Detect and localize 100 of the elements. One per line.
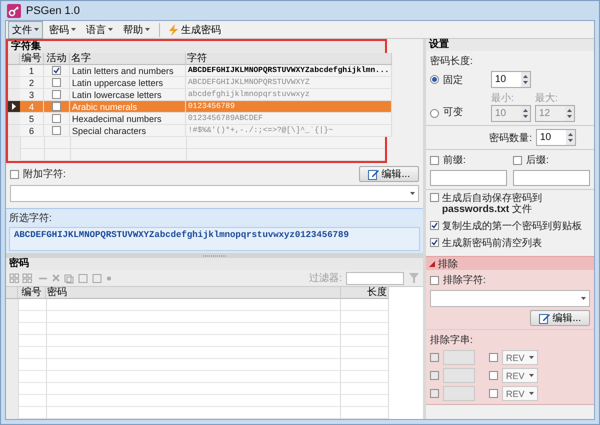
string-field[interactable] [443, 368, 475, 383]
menu-item[interactable]: 语言 [82, 20, 117, 38]
filter-label: 过滤器: [309, 272, 342, 285]
filter-icon[interactable] [408, 272, 420, 284]
option-label: 生成新密码前清空列表 [442, 238, 542, 249]
table-cell: 6 [20, 125, 44, 137]
field-label: 附加字符: [23, 168, 66, 181]
generate-button[interactable]: 生成密码 [165, 22, 225, 38]
prefix-field[interactable] [430, 170, 507, 186]
table-cell: 3 [20, 89, 44, 101]
checkbox[interactable] [430, 238, 439, 247]
edit-icon [368, 168, 379, 180]
edit-button[interactable]: 编辑... [358, 166, 419, 182]
caret-icon [581, 297, 586, 300]
selected-chars-field[interactable]: ABCDEFGHIJKLMNOPQRSTUVWXYZabcdefghijklmnopqrstuvwxyz0123456789 [9, 227, 420, 251]
menu-item[interactable]: 密码 [45, 20, 80, 38]
field-label: 后缀: [526, 154, 549, 167]
field-label: 排除字串: [430, 334, 474, 347]
table-cell: Arabic numerals [70, 101, 186, 113]
checkbox[interactable] [430, 221, 439, 230]
radio-label: 固定 [443, 74, 464, 86]
combo-field[interactable] [430, 290, 590, 307]
checkbox[interactable] [430, 276, 439, 284]
edit-icon [538, 312, 550, 324]
string-field[interactable] [443, 350, 475, 365]
field-label: 密码数量: [489, 132, 532, 144]
edit-button[interactable]: 编辑... [530, 310, 590, 326]
checkbox[interactable] [430, 371, 439, 380]
table-cell: 2 [20, 77, 44, 89]
menu-item[interactable]: 帮助 [119, 20, 154, 38]
lightning-icon [169, 24, 178, 36]
checkbox[interactable] [513, 156, 522, 164]
spin-arrows-icon[interactable] [521, 72, 530, 87]
column-header[interactable]: 密码 [46, 287, 341, 299]
filter-field[interactable] [346, 272, 404, 284]
column-header[interactable]: 编号 [18, 287, 46, 299]
window-title: PSGen 1.0 [26, 4, 80, 16]
table-cell: 5 [20, 113, 44, 125]
row-header[interactable] [8, 101, 20, 113]
row-pointer-icon [12, 103, 16, 110]
column-header[interactable]: 活动 [44, 53, 70, 65]
spin-arrows-icon[interactable] [566, 130, 575, 145]
caret-icon [410, 192, 415, 195]
checkbox[interactable] [52, 126, 61, 135]
string-field[interactable] [443, 386, 475, 401]
spin-arrows-icon[interactable] [565, 106, 574, 121]
toolbar-icons-drawing[interactable] [9, 272, 113, 284]
caret-icon [108, 28, 113, 31]
field-label: 最小: [491, 93, 514, 104]
checkbox[interactable] [52, 114, 61, 123]
menu-item[interactable]: 文件 [8, 20, 43, 38]
table-cell: 4 [20, 101, 44, 113]
mode-dropdown[interactable]: REV [502, 368, 538, 383]
combo-field[interactable] [10, 185, 419, 202]
column-header[interactable]: 字符 [186, 53, 392, 65]
column-header[interactable]: 长度 [341, 287, 389, 299]
table-cell: Latin letters and numbers [70, 65, 186, 77]
field-label: 最大: [535, 93, 558, 104]
option-label: 复制生成的第一个密码到剪贴板 [442, 221, 582, 232]
checkbox[interactable] [489, 389, 498, 398]
checkbox[interactable] [489, 371, 498, 380]
radio-button[interactable] [430, 75, 439, 84]
checkbox[interactable] [52, 66, 61, 75]
suffix-field[interactable] [513, 170, 590, 186]
table-cell: Hexadecimal numbers [70, 113, 186, 125]
radio-button[interactable] [430, 109, 439, 118]
caret-icon [34, 28, 39, 31]
field-label: 密码长度: [430, 54, 474, 68]
table-cell: 1 [20, 65, 44, 77]
option-label: 生成后自动保存密码到 passwords.txt 文件 [442, 193, 543, 215]
checkbox[interactable] [489, 353, 498, 362]
checkbox[interactable] [10, 170, 19, 178]
key-icon [7, 4, 21, 18]
mode-dropdown[interactable]: REV [502, 386, 538, 401]
check-icon [431, 222, 438, 229]
checkbox[interactable] [430, 353, 439, 362]
expand-triangle-icon [429, 260, 435, 266]
radio-label: 可变 [443, 106, 464, 119]
caret-icon [529, 374, 534, 377]
caret-icon [529, 392, 534, 395]
table-corner [8, 53, 20, 65]
check-icon [431, 239, 438, 246]
section-title: 设置 [426, 39, 594, 51]
caret-icon [71, 28, 76, 31]
checkbox[interactable] [430, 389, 439, 398]
spin-arrows-icon[interactable] [521, 106, 530, 121]
checkbox[interactable] [52, 102, 61, 111]
count-spinner[interactable]: 10 [536, 129, 576, 146]
caret-icon [145, 28, 150, 31]
checkbox[interactable] [430, 156, 439, 164]
column-header[interactable]: 编号 [20, 53, 44, 65]
checkbox[interactable] [52, 90, 61, 99]
length-spinner[interactable]: 10 [491, 71, 531, 88]
checkbox[interactable] [430, 193, 439, 202]
section-title: 排除 [438, 258, 458, 270]
mode-dropdown[interactable]: REV [502, 350, 538, 365]
checkbox[interactable] [52, 78, 61, 87]
check-icon [53, 67, 60, 74]
column-header[interactable]: 名字 [70, 53, 186, 65]
section-header[interactable]: 排除 [426, 257, 594, 270]
